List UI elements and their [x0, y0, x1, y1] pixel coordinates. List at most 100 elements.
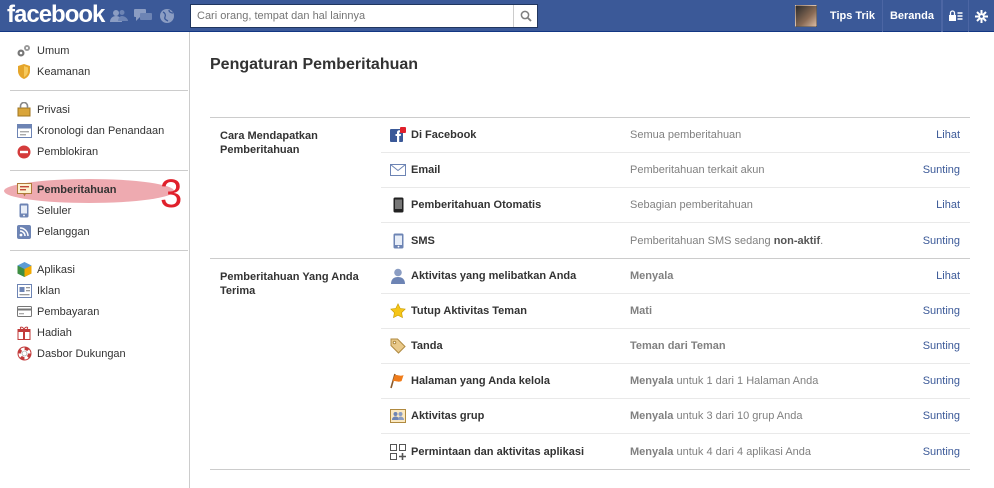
section-how-you-get-notifications: Cara Mendapatkan Pemberitahuan Di Facebo…	[210, 118, 970, 259]
settings-row-close-friends-activity[interactable]: Tutup Aktivitas Teman Mati Sunting	[381, 294, 970, 329]
section-label: Cara Mendapatkan Pemberitahuan	[220, 130, 318, 156]
row-status: Sebagian pemberitahuan	[630, 199, 753, 211]
flag-icon	[390, 373, 406, 389]
notification-settings-panel: Pengaturan Pemberitahuan Cara Mendapatka…	[210, 32, 970, 470]
row-status: Menyala untuk 3 dari 10 grup Anda	[630, 410, 890, 422]
facebook-notification-icon	[390, 127, 406, 143]
sidebar-item-pelanggan[interactable]: Pelanggan	[10, 221, 188, 242]
section-label: Pemberitahuan Yang Anda Terima	[220, 271, 359, 297]
sidebar-group-privacy: Privasi Kronologi dan Penandaan Pembloki…	[10, 91, 188, 171]
sidebar-item-keamanan[interactable]: Keamanan	[10, 61, 188, 82]
edit-link[interactable]: Sunting	[890, 305, 970, 317]
row-status: Teman dari Teman	[630, 340, 890, 352]
row-status: Semua pemberitahuan	[630, 129, 742, 141]
row-status: Mati	[630, 305, 890, 317]
tag-icon	[390, 338, 406, 354]
sidebar-item-iklan[interactable]: Iklan	[10, 280, 188, 301]
sidebar-item-label: Dasbor Dukungan	[37, 347, 126, 360]
view-link[interactable]: Lihat	[890, 129, 970, 141]
settings-row-activity-involving-you[interactable]: Aktivitas yang melibatkan Anda Menyala L…	[381, 259, 970, 294]
section-notifications-you-receive: Pemberitahuan Yang Anda Terima Aktivitas…	[210, 259, 970, 470]
sidebar-item-pembayaran[interactable]: Pembayaran	[10, 301, 188, 322]
settings-row-app-requests[interactable]: Permintaan dan aktivitas aplikasi Menyal…	[381, 434, 970, 469]
rss-icon	[16, 224, 32, 240]
sidebar-item-label: Pelanggan	[37, 225, 90, 238]
edit-link[interactable]: Sunting	[890, 375, 970, 387]
facebook-logo[interactable]: facebook	[7, 1, 105, 29]
cube-icon	[16, 262, 32, 278]
row-name: Permintaan dan aktivitas aplikasi	[411, 445, 585, 458]
edit-link[interactable]: Sunting	[890, 340, 970, 352]
gift-icon	[16, 325, 32, 341]
search-button[interactable]	[513, 5, 537, 27]
block-icon	[16, 144, 32, 160]
notification-icon	[16, 182, 32, 198]
sidebar-item-hadiah[interactable]: Hadiah	[10, 322, 188, 343]
home-link[interactable]: Beranda	[883, 0, 942, 32]
messages-icon[interactable]	[134, 8, 152, 24]
row-status: Pemberitahuan SMS sedang non-aktif.	[630, 235, 890, 247]
sidebar-item-aplikasi[interactable]: Aplikasi	[10, 259, 188, 280]
sidebar-item-label: Privasi	[37, 103, 71, 116]
lock-icon	[16, 102, 32, 118]
sidebar-item-label: Pemberitahuan	[37, 183, 117, 196]
row-name: Tutup Aktivitas Teman	[411, 305, 527, 317]
mobile-icon	[16, 203, 32, 219]
sidebar-item-privasi[interactable]: Privasi	[10, 99, 188, 120]
status-strong: Menyala	[630, 375, 674, 387]
edit-link[interactable]: Sunting	[890, 164, 970, 176]
settings-button[interactable]	[968, 0, 994, 32]
settings-row-pages-you-manage[interactable]: Halaman yang Anda kelola Menyala untuk 1…	[381, 364, 970, 399]
row-status: Pemberitahuan terkait akun	[630, 164, 765, 176]
page-title: Pengaturan Pemberitahuan	[210, 56, 970, 118]
sidebar-item-label: Aplikasi	[37, 263, 75, 276]
sidebar-item-pemblokiran[interactable]: Pemblokiran	[10, 141, 188, 162]
status-strong: Menyala	[630, 270, 674, 282]
row-name: Aktivitas grup	[411, 410, 485, 422]
step-number-annotation: 3	[160, 172, 183, 216]
settings-row-on-facebook[interactable]: Di Facebook Semua pemberitahuan Lihat	[381, 118, 970, 153]
globe-icon[interactable]	[158, 8, 176, 24]
sidebar-item-umum[interactable]: Umum	[10, 40, 188, 61]
sidebar-group-account: Umum Keamanan	[10, 32, 188, 91]
sidebar-item-dasbor-dukungan[interactable]: Dasbor Dukungan	[10, 343, 188, 364]
gears-icon	[16, 43, 32, 59]
status-strong: Menyala	[630, 445, 674, 458]
edit-link[interactable]: Sunting	[890, 235, 970, 247]
search-box	[190, 4, 538, 28]
edit-link[interactable]: Sunting	[890, 410, 970, 422]
status-strong: Menyala	[630, 410, 674, 422]
row-name: Pemberitahuan Otomatis	[411, 199, 542, 211]
row-name: Email	[411, 164, 441, 176]
settings-row-sms[interactable]: SMS Pemberitahuan SMS sedang non-aktif. …	[381, 223, 970, 258]
settings-row-push[interactable]: Pemberitahuan Otomatis Sebagian pemberit…	[381, 188, 970, 223]
settings-row-group-activity[interactable]: Aktivitas grup Menyala untuk 3 dari 10 g…	[381, 399, 970, 434]
view-link[interactable]: Lihat	[890, 199, 970, 211]
top-bar: facebook Tips Trik Beranda	[0, 0, 994, 32]
friend-requests-icon[interactable]	[110, 8, 128, 24]
sidebar-item-kronologi[interactable]: Kronologi dan Penandaan	[10, 120, 188, 141]
row-name: Tanda	[411, 340, 443, 352]
edit-link[interactable]: Sunting	[890, 446, 970, 458]
lock-icon	[948, 10, 962, 21]
settings-row-tags[interactable]: Tanda Teman dari Teman Sunting	[381, 329, 970, 364]
row-status: Menyala untuk 4 dari 4 aplikasi Anda	[630, 446, 890, 458]
sidebar-item-label: Keamanan	[37, 65, 91, 78]
search-input[interactable]	[191, 5, 511, 27]
avatar[interactable]	[794, 5, 817, 27]
card-icon	[16, 304, 32, 320]
profile-link[interactable]: Tips Trik	[823, 0, 883, 32]
privacy-shortcuts-button[interactable]	[942, 0, 968, 32]
view-link[interactable]: Lihat	[890, 270, 970, 282]
settings-row-email[interactable]: Email Pemberitahuan terkait akun Sunting	[381, 153, 970, 188]
apps-grid-icon	[390, 443, 406, 460]
status-rest: untuk 4 dari 4 aplikasi Anda	[673, 445, 812, 458]
row-status: Menyala	[630, 270, 890, 282]
status-strong: Mati	[630, 305, 652, 317]
row-name: Aktivitas yang melibatkan Anda	[411, 270, 577, 282]
sidebar-item-label: Umum	[37, 44, 70, 57]
row-status: Menyala untuk 1 dari 1 Halaman Anda	[630, 375, 890, 387]
status-strong: Teman dari Teman	[630, 340, 726, 352]
status-suffix: .	[820, 234, 824, 247]
badge-icon	[16, 64, 32, 80]
